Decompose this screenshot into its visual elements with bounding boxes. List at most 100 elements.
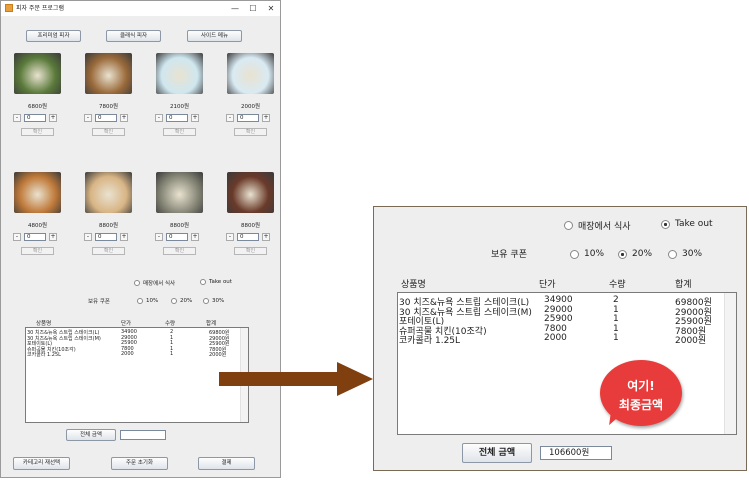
confirm-button[interactable]: 확인	[163, 128, 196, 136]
zoom-order-cell-total: 2000원	[675, 336, 707, 346]
zoom-col-header-total: 합계	[675, 280, 692, 290]
qty-increase-button[interactable]: +	[49, 233, 57, 241]
menu-price: 4800원	[27, 223, 48, 229]
menu-price: 2100원	[169, 104, 190, 110]
confirm-button[interactable]: 확인	[92, 247, 125, 255]
col-header-price: 단가	[121, 321, 132, 327]
zoom-total-amount-button[interactable]: 전체 금액	[462, 443, 532, 463]
confirm-button[interactable]: 확인	[234, 247, 267, 255]
zoom-coupon-20-radio[interactable]: 20%	[618, 249, 652, 259]
fried-chicken-image	[85, 53, 132, 94]
qty-input[interactable]: 0	[24, 233, 46, 241]
zoom-order-cell-price: 25900	[544, 314, 573, 324]
pay-button[interactable]: 결제	[198, 457, 255, 470]
qty-increase-button[interactable]: +	[191, 233, 199, 241]
order-cell-name: 코카콜라 1.25L	[27, 352, 61, 358]
title-bar: 피자 주문 프로그램 — ☐ ✕	[1, 1, 280, 16]
confirm-button[interactable]: 확인	[163, 247, 196, 255]
coupon-30-radio[interactable]: 30%	[203, 298, 224, 304]
confirm-button[interactable]: 확인	[234, 128, 267, 136]
maximize-button[interactable]: ☐	[244, 1, 262, 16]
radio-selected-icon	[618, 249, 627, 259]
qty-input[interactable]: 0	[237, 233, 259, 241]
radio-selected-icon	[661, 219, 670, 229]
zoom-order-list[interactable]: 30 치즈&뉴욕 스트립 스테이크(L) 34900 2 69800원 30 치즈&뉴욕…	[397, 292, 737, 435]
qty-decrease-button[interactable]: -	[155, 114, 163, 122]
order-cell-qty: 1	[170, 351, 174, 357]
cream-pasta-image	[156, 172, 203, 213]
confirm-button[interactable]: 확인	[92, 128, 125, 136]
zoom-order-cell-name: 코카콜라 1.25L	[399, 336, 461, 346]
col-header-qty: 수량	[165, 321, 176, 327]
app-window: 피자 주문 프로그램 — ☐ ✕ 프리미엄 피자 클래식 피자 사이드 메뉴 6…	[0, 0, 281, 478]
reset-order-button[interactable]: 주문 초기화	[111, 457, 168, 470]
pan-pasta-image	[227, 172, 274, 213]
zoom-order-cell-price: 7800	[544, 323, 567, 334]
col-header-total: 합계	[206, 321, 217, 327]
total-amount-button[interactable]: 전체 금액	[66, 429, 116, 441]
zoom-coupon-label: 보유 쿠폰	[491, 250, 527, 260]
order-list[interactable]: 30 치즈&뉴욕 스트립 스테이크(L) 34900 2 69800원 30 치즈&뉴욕…	[25, 327, 249, 423]
zoom-dine-in-radio[interactable]: 매장에서 식사	[564, 219, 631, 232]
side-menu-button[interactable]: 사이드 메뉴	[187, 30, 242, 42]
zoom-coupon-30-radio[interactable]: 30%	[668, 249, 702, 259]
coupon-20-radio[interactable]: 20%	[171, 298, 192, 304]
qty-increase-button[interactable]: +	[191, 114, 199, 122]
confirm-button[interactable]: 확인	[21, 247, 54, 255]
qty-increase-button[interactable]: +	[262, 233, 270, 241]
qty-decrease-button[interactable]: -	[13, 114, 21, 122]
zoom-col-header-name: 상품명	[401, 280, 426, 290]
qty-decrease-button[interactable]: -	[84, 233, 92, 241]
callout-line2: 최종금액	[618, 398, 664, 412]
zoom-order-cell-qty: 1	[613, 314, 619, 324]
qty-decrease-button[interactable]: -	[226, 233, 234, 241]
total-amount-field	[120, 430, 166, 440]
radio-circle-icon	[668, 249, 677, 259]
qty-decrease-button[interactable]: -	[13, 233, 21, 241]
coupon-10-radio[interactable]: 10%	[137, 298, 158, 304]
zoom-coupon-10-radio[interactable]: 10%	[570, 249, 604, 259]
zoom-order-cell-qty: 1	[613, 304, 619, 315]
close-button[interactable]: ✕	[262, 1, 280, 16]
menu-price: 8800원	[98, 223, 119, 229]
premium-pizza-button[interactable]: 프리미엄 피자	[26, 30, 81, 42]
zoom-order-cell-qty: 1	[613, 333, 619, 343]
col-header-name: 상품명	[36, 321, 52, 327]
zoom-take-out-radio[interactable]: Take out	[661, 219, 713, 229]
qty-increase-button[interactable]: +	[49, 114, 57, 122]
qty-input[interactable]: 0	[166, 114, 188, 122]
zoom-order-cell-qty: 2	[613, 295, 619, 305]
cola-bottle-image	[227, 53, 274, 94]
callout-tail	[609, 411, 623, 427]
qty-input[interactable]: 0	[166, 233, 188, 241]
qty-input[interactable]: 0	[237, 114, 259, 122]
zoom-col-header-price: 단가	[539, 280, 556, 290]
dine-in-radio[interactable]: 매장에서 식사	[134, 279, 175, 287]
radio-circle-icon	[570, 249, 579, 259]
callout-line1: 여기!	[627, 379, 655, 393]
menu-price: 8800원	[240, 223, 261, 229]
reselect-category-button[interactable]: 카테고리 재선택	[13, 457, 70, 470]
zoom-col-header-qty: 수량	[609, 280, 626, 290]
callout-bubble: 여기! 최종금액	[600, 360, 682, 427]
qty-input[interactable]: 0	[95, 114, 117, 122]
qty-decrease-button[interactable]: -	[84, 114, 92, 122]
qty-decrease-button[interactable]: -	[155, 233, 163, 241]
zoom-order-cell-price: 29000	[544, 304, 573, 315]
take-out-radio[interactable]: Take out	[200, 279, 232, 285]
qty-increase-button[interactable]: +	[120, 233, 128, 241]
classic-pizza-button[interactable]: 클래식 피자	[106, 30, 161, 42]
minimize-button[interactable]: —	[226, 1, 244, 16]
qty-increase-button[interactable]: +	[120, 114, 128, 122]
qty-input[interactable]: 0	[24, 114, 46, 122]
qty-input[interactable]: 0	[95, 233, 117, 241]
confirm-button[interactable]: 확인	[21, 128, 54, 136]
zoom-total-amount-field: 106600원	[540, 446, 612, 460]
qty-decrease-button[interactable]: -	[226, 114, 234, 122]
qty-increase-button[interactable]: +	[262, 114, 270, 122]
radio-circle-icon	[200, 279, 206, 285]
menu-price: 7800원	[98, 104, 119, 110]
coupon-label: 보유 쿠폰	[88, 299, 110, 305]
zoom-order-list-scrollbar[interactable]	[724, 293, 736, 434]
radio-circle-icon	[564, 221, 573, 230]
